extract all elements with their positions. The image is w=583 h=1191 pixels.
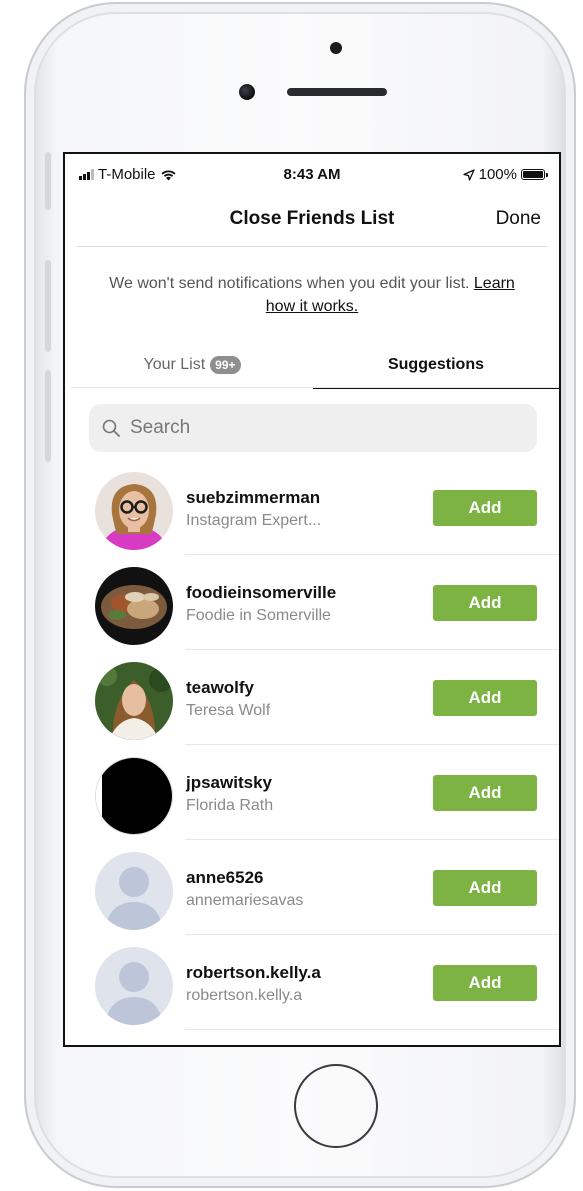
list-item: suebzimmerman Instagram Expert... Add xyxy=(65,460,559,555)
count-badge: 99+ xyxy=(210,356,241,374)
avatar[interactable] xyxy=(95,567,173,645)
done-button[interactable]: Done xyxy=(496,208,541,230)
list-item: robertson.kelly.a robertson.kelly.a Add xyxy=(65,935,559,1030)
suggestions-list: suebzimmerman Instagram Expert... Add fo… xyxy=(65,460,559,1030)
battery-icon xyxy=(521,169,548,180)
avatar[interactable] xyxy=(95,757,173,835)
notice-text: We won't send notifications when you edi… xyxy=(105,272,519,318)
page-title: Close Friends List xyxy=(229,208,395,229)
notice-message: We won't send notifications when you edi… xyxy=(109,275,470,292)
battery-percent: 100% xyxy=(478,166,517,183)
mute-switch xyxy=(45,152,51,210)
screen: T-Mobile 8:43 AM 100% Close Friends List… xyxy=(63,152,561,1047)
add-button[interactable]: Add xyxy=(433,775,537,811)
username[interactable]: anne6526 xyxy=(186,868,264,888)
full-name: Teresa Wolf xyxy=(186,702,271,719)
tabs-divider xyxy=(71,387,559,388)
default-avatar-icon[interactable] xyxy=(95,852,173,930)
avatar[interactable] xyxy=(95,472,173,550)
nav-divider xyxy=(77,246,547,247)
add-button[interactable]: Add xyxy=(433,870,537,906)
full-name: Foodie in Somerville xyxy=(186,607,331,624)
search-input[interactable] xyxy=(128,416,512,440)
search-bar[interactable] xyxy=(89,404,537,452)
volume-down-button xyxy=(45,370,51,462)
full-name: Florida Rath xyxy=(186,797,274,814)
avatar[interactable] xyxy=(95,662,173,740)
add-button[interactable]: Add xyxy=(433,585,537,621)
username[interactable]: foodieinsomerville xyxy=(186,583,336,603)
username[interactable]: robertson.kelly.a xyxy=(186,963,321,983)
tab-your-list[interactable]: Your List 99+ xyxy=(71,342,313,388)
list-item: teawolfy Teresa Wolf Add xyxy=(65,650,559,745)
username[interactable]: jpsawitsky xyxy=(186,773,272,793)
add-button[interactable]: Add xyxy=(433,490,537,526)
tab-bar: Your List 99+ Suggestions xyxy=(71,342,559,390)
full-name: robertson.kelly.a xyxy=(186,987,303,1004)
list-item: foodieinsomerville Foodie in Somerville … xyxy=(65,555,559,650)
tab-suggestions[interactable]: Suggestions xyxy=(313,342,559,389)
list-item: jpsawitsky Florida Rath Add xyxy=(65,745,559,840)
proximity-sensor xyxy=(330,42,342,54)
tab-your-list-label: Your List xyxy=(143,356,206,373)
volume-up-button xyxy=(45,260,51,352)
nav-bar: Close Friends List Done xyxy=(65,196,559,246)
list-item: anne6526 annemariesavas Add xyxy=(65,840,559,935)
status-bar: T-Mobile 8:43 AM 100% xyxy=(65,154,559,196)
add-button[interactable]: Add xyxy=(433,680,537,716)
add-button[interactable]: Add xyxy=(433,965,537,1001)
earpiece-speaker xyxy=(287,88,387,96)
location-icon xyxy=(462,168,475,181)
username[interactable]: suebzimmerman xyxy=(186,488,320,508)
full-name: Instagram Expert... xyxy=(186,512,322,529)
username[interactable]: teawolfy xyxy=(186,678,254,698)
tab-suggestions-label: Suggestions xyxy=(387,356,484,373)
full-name: annemariesavas xyxy=(186,892,304,909)
front-camera-icon xyxy=(239,84,255,100)
search-icon xyxy=(102,419,120,437)
default-avatar-icon[interactable] xyxy=(95,947,173,1025)
home-button[interactable] xyxy=(294,1064,378,1148)
row-divider xyxy=(185,1029,559,1030)
